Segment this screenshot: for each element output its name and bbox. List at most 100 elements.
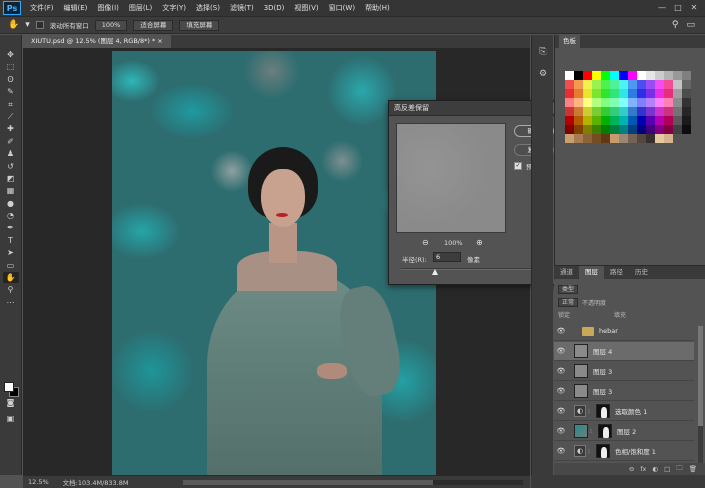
lasso-tool-icon[interactable]: ʘ [3, 74, 19, 85]
color-swatch[interactable] [646, 107, 655, 116]
radius-slider-thumb[interactable] [431, 269, 438, 275]
healing-brush-tool-icon[interactable]: ✚ [3, 123, 19, 134]
layer-row[interactable]: 👁 ⁝ 图层 2 [554, 422, 694, 441]
history-panel-icon[interactable]: ⎘ [536, 45, 550, 59]
status-zoom[interactable]: 12.5% [28, 478, 49, 486]
color-swatch[interactable] [646, 98, 655, 107]
tab-channels[interactable]: 通道 [554, 266, 579, 279]
layer-row[interactable]: 👁 图层 4 [554, 342, 694, 361]
color-swatch[interactable] [565, 89, 574, 98]
color-swatch[interactable] [592, 125, 601, 134]
color-swatch[interactable] [628, 98, 637, 107]
layer-row[interactable]: 👁 hebar [554, 322, 694, 341]
tab-paths[interactable]: 路径 [604, 266, 629, 279]
blur-tool-icon[interactable]: ● [3, 198, 19, 209]
history-brush-tool-icon[interactable]: ↺ [3, 161, 19, 172]
color-swatch[interactable] [583, 98, 592, 107]
color-swatch[interactable] [655, 89, 664, 98]
color-swatch[interactable] [601, 116, 610, 125]
mask-link-icon[interactable]: ⁝ [588, 408, 593, 415]
mask-link-icon[interactable]: ⁝ [588, 448, 593, 455]
layer-kind-select[interactable]: 类型 [558, 284, 579, 294]
color-swatch[interactable] [637, 71, 646, 80]
color-swatch[interactable] [637, 116, 646, 125]
close-window-button[interactable]: ✕ [687, 2, 701, 13]
color-swatch[interactable] [655, 98, 664, 107]
color-swatch[interactable] [601, 89, 610, 98]
layer-mask-thumbnail[interactable] [598, 424, 612, 438]
color-swatch[interactable] [682, 89, 691, 98]
color-swatch[interactable] [646, 71, 655, 80]
color-swatch[interactable] [664, 89, 673, 98]
color-swatch[interactable] [664, 116, 673, 125]
color-swatch[interactable] [628, 134, 637, 143]
adjustment-icon[interactable]: ◐ [652, 465, 658, 473]
color-swatch[interactable] [673, 71, 682, 80]
color-swatch[interactable] [574, 89, 583, 98]
color-swatch[interactable] [637, 98, 646, 107]
document-tab[interactable]: XIUTU.psd @ 12.5% (图层 4, RGB/8*) * × [23, 35, 171, 48]
move-tool-icon[interactable]: ✥ [3, 49, 19, 60]
fx-icon[interactable]: fx [640, 465, 646, 473]
layers-scrollbar-thumb[interactable] [698, 326, 703, 426]
color-swatch[interactable] [619, 134, 628, 143]
crop-tool-icon[interactable]: ⌗ [3, 99, 19, 110]
color-swatch[interactable] [628, 125, 637, 134]
path-select-tool-icon[interactable]: ➤ [3, 247, 19, 258]
color-swatch[interactable] [664, 98, 673, 107]
search-icon[interactable]: ⚲ [672, 20, 679, 30]
color-swatch[interactable] [565, 134, 574, 143]
menu-type[interactable]: 文字(Y) [157, 3, 191, 13]
color-swatch[interactable] [574, 107, 583, 116]
color-swatch[interactable] [646, 89, 655, 98]
color-swatch[interactable] [610, 89, 619, 98]
color-swatch[interactable] [583, 116, 592, 125]
color-swatch[interactable] [592, 71, 601, 80]
color-swatch[interactable] [574, 80, 583, 89]
blend-mode-select[interactable]: 正常 [558, 297, 579, 307]
color-swatch[interactable] [655, 116, 664, 125]
color-swatch[interactable] [601, 98, 610, 107]
color-swatch[interactable] [565, 125, 574, 134]
clone-stamp-tool-icon[interactable]: ♟ [3, 148, 19, 159]
zoom-out-icon[interactable]: ⊖ [422, 238, 429, 247]
color-swatch[interactable] [619, 71, 628, 80]
color-swatch[interactable] [574, 134, 583, 143]
color-swatch[interactable] [637, 107, 646, 116]
color-swatch[interactable] [610, 71, 619, 80]
zoom-in-icon[interactable]: ⊕ [476, 238, 483, 247]
layer-row[interactable]: 👁 图层 3 [554, 382, 694, 401]
color-swatch[interactable] [583, 125, 592, 134]
hand-tool-icon[interactable]: ✋ [2, 272, 19, 284]
menu-window[interactable]: 窗口(W) [324, 3, 360, 13]
color-swatch[interactable] [583, 71, 592, 80]
color-swatch[interactable] [664, 71, 673, 80]
color-swatch[interactable] [583, 107, 592, 116]
color-swatch[interactable] [673, 89, 682, 98]
color-swatch[interactable] [637, 80, 646, 89]
color-swatch[interactable] [628, 107, 637, 116]
swatches-tab[interactable]: 色板 [559, 35, 580, 48]
color-swatch[interactable] [655, 125, 664, 134]
color-swatch[interactable] [619, 116, 628, 125]
color-swatch[interactable] [637, 89, 646, 98]
color-swatch[interactable] [673, 80, 682, 89]
color-swatch[interactable] [655, 71, 664, 80]
mask-link-icon[interactable]: ⁝ [590, 428, 595, 435]
color-swatch[interactable] [565, 116, 574, 125]
menu-image[interactable]: 图像(I) [92, 3, 124, 13]
color-swatch[interactable] [592, 89, 601, 98]
dodge-tool-icon[interactable]: ◔ [3, 210, 19, 221]
color-swatch[interactable] [610, 125, 619, 134]
color-swatch[interactable] [601, 125, 610, 134]
chevron-down-icon[interactable]: ▾ [25, 20, 30, 30]
link-layers-icon[interactable]: ⊖ [629, 465, 634, 473]
quick-mask-icon[interactable]: ◙ [3, 397, 19, 408]
color-swatch[interactable] [601, 80, 610, 89]
visibility-eye-icon[interactable]: 👁 [554, 447, 568, 455]
fit-screen-button[interactable]: 适合屏幕 [133, 19, 174, 31]
color-swatch[interactable] [610, 107, 619, 116]
preview-checkbox[interactable]: ✓ [514, 162, 522, 170]
menu-help[interactable]: 帮助(H) [360, 3, 395, 13]
pen-tool-icon[interactable]: ✒ [3, 222, 19, 233]
